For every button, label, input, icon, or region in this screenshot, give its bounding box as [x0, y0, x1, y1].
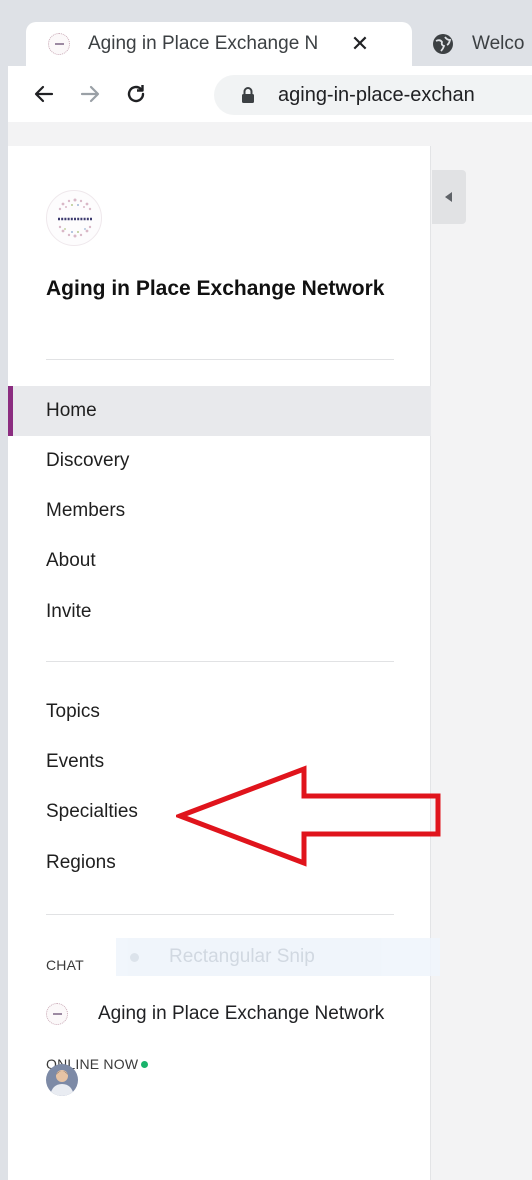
- divider: [46, 914, 394, 915]
- sidebar-item-about[interactable]: About: [8, 536, 431, 586]
- sidebar-item-members[interactable]: Members: [8, 486, 431, 536]
- sidebar-item-invite[interactable]: Invite: [8, 587, 431, 637]
- tab-title-inactive: Welco: [472, 33, 525, 54]
- window-edge: [0, 0, 8, 1180]
- sidebar-item-discovery[interactable]: Discovery: [8, 436, 431, 486]
- address-bar[interactable]: aging-in-place-exchan: [214, 75, 532, 115]
- network-title[interactable]: Aging in Place Exchange Network: [46, 274, 406, 304]
- arrow-left-icon: [34, 85, 54, 103]
- sidebar-item-home[interactable]: Home: [8, 386, 431, 436]
- divider: [46, 359, 394, 360]
- divider: [46, 661, 394, 662]
- logo-image: [55, 198, 95, 238]
- site-favicon-icon: [48, 33, 70, 55]
- back-button[interactable]: [30, 80, 58, 108]
- browser-toolbar: aging-in-place-exchan: [8, 66, 532, 122]
- browser-tab-active[interactable]: Aging in Place Exchange N ✕: [26, 22, 412, 66]
- tab-title: Aging in Place Exchange N: [88, 33, 319, 54]
- sidebar-toggle-button[interactable]: [432, 170, 466, 224]
- user-photo: [46, 1064, 78, 1096]
- browser-tab-inactive[interactable]: Welco: [422, 22, 532, 66]
- chat-channel-item[interactable]: Aging in Place Exchange Network: [46, 996, 431, 1032]
- url-text: aging-in-place-exchan: [278, 83, 475, 106]
- lock-icon: [242, 87, 254, 103]
- online-status-dot: [141, 1061, 149, 1068]
- online-user-avatar[interactable]: [46, 1064, 78, 1096]
- network-logo[interactable]: [46, 190, 102, 246]
- snip-tooltip: Rectangular Snip: [116, 938, 440, 976]
- forward-button[interactable]: [76, 80, 104, 108]
- snip-tooltip-label: Rectangular Snip: [169, 946, 315, 967]
- reload-icon: [127, 85, 145, 103]
- snip-dot-icon: [130, 952, 139, 962]
- chat-channel-avatar-icon: [46, 1003, 68, 1025]
- caret-left-icon: [445, 192, 452, 202]
- chat-section-label: CHAT: [46, 957, 84, 973]
- chat-channel-name: Aging in Place Exchange Network: [98, 1003, 385, 1024]
- sidebar-item-topics[interactable]: Topics: [8, 687, 431, 737]
- reload-button[interactable]: [122, 80, 150, 108]
- annotation-arrow: [176, 765, 441, 867]
- arrow-right-icon: [80, 85, 100, 103]
- close-icon[interactable]: ✕: [348, 31, 372, 57]
- globe-icon: [433, 34, 453, 54]
